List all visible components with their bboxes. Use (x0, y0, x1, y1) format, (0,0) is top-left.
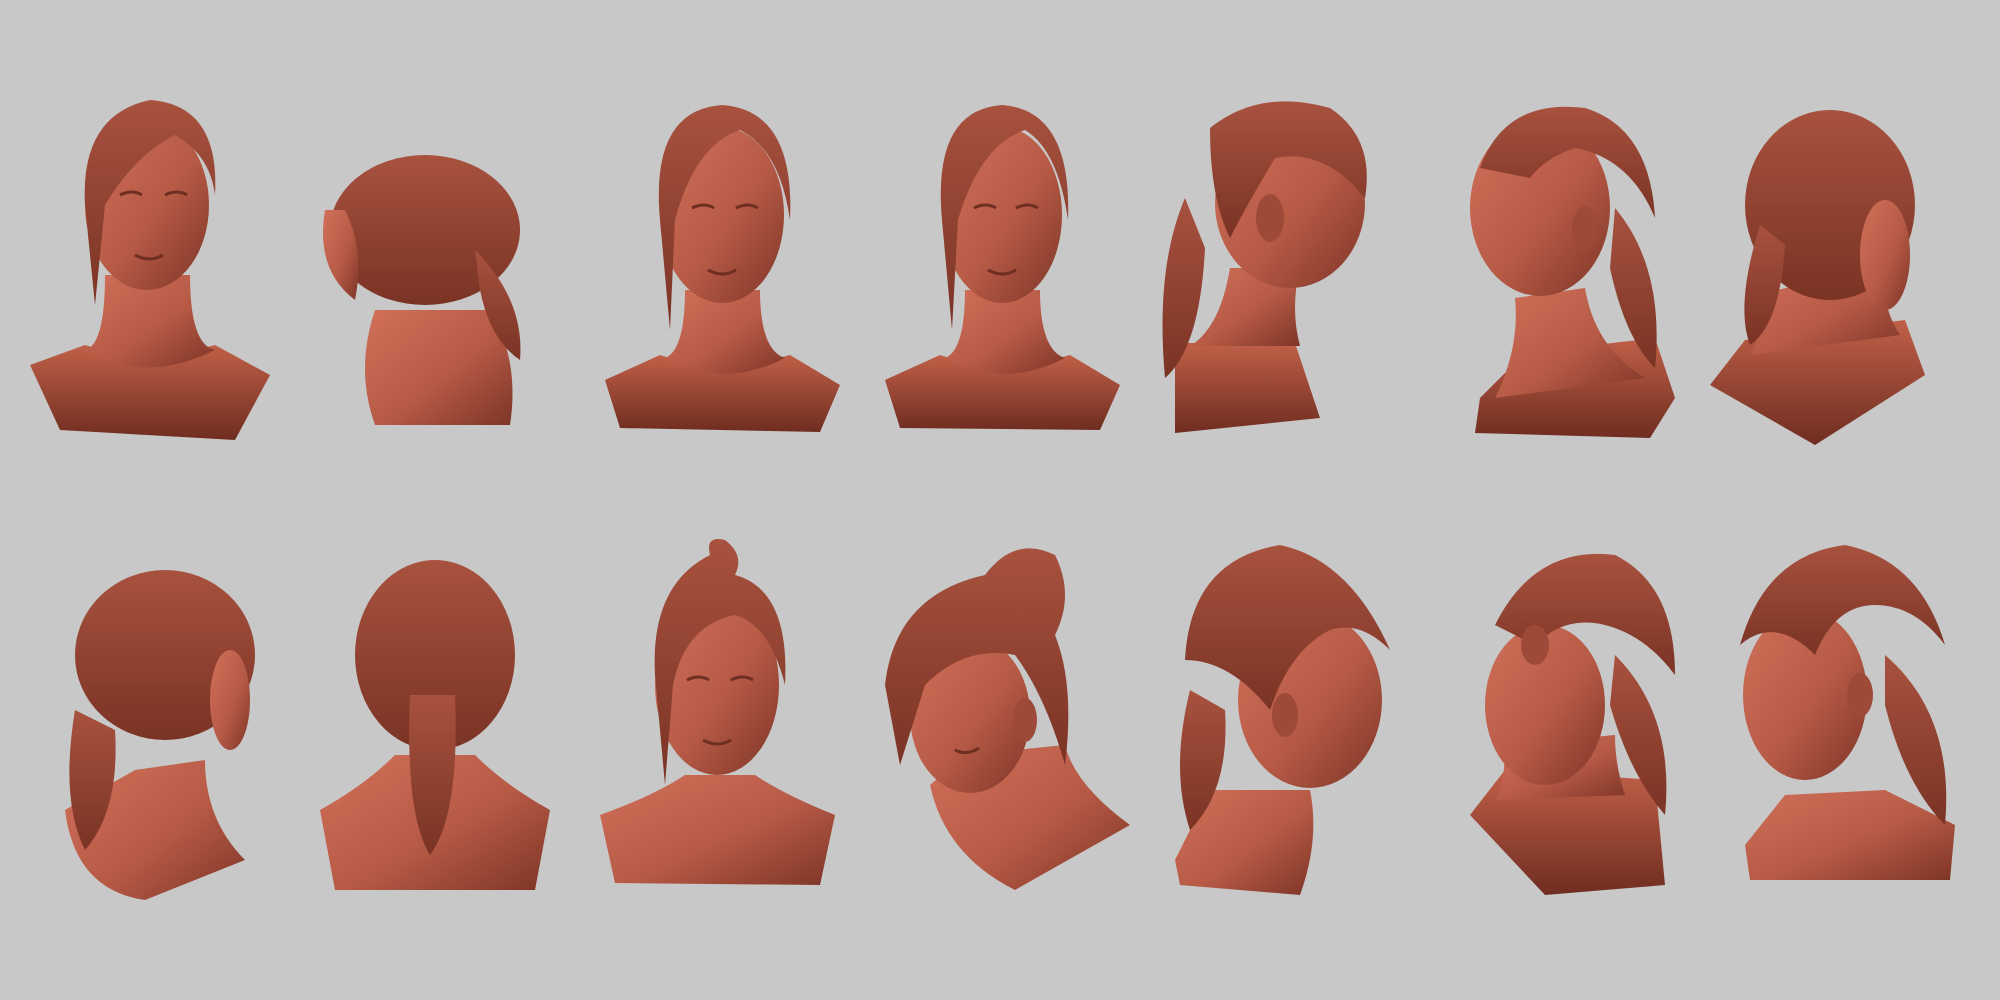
bust-top-2 (315, 130, 535, 430)
bust-bottom-6 (1465, 545, 1685, 900)
bust-bottom-1 (55, 560, 275, 905)
bust-bottom-7 (1725, 535, 1960, 890)
bust-top-7 (1705, 95, 1935, 445)
render-canvas (0, 0, 2000, 1000)
bust-top-1 (25, 95, 275, 445)
bust-top-3 (600, 100, 845, 440)
bust-top-6 (1435, 98, 1685, 443)
bust-bottom-5 (1170, 540, 1400, 900)
bust-top-5 (1150, 88, 1390, 438)
bust-bottom-3 (595, 535, 840, 890)
bust-top-4 (880, 100, 1125, 440)
bust-bottom-4 (875, 535, 1135, 895)
bust-bottom-2 (315, 555, 555, 900)
